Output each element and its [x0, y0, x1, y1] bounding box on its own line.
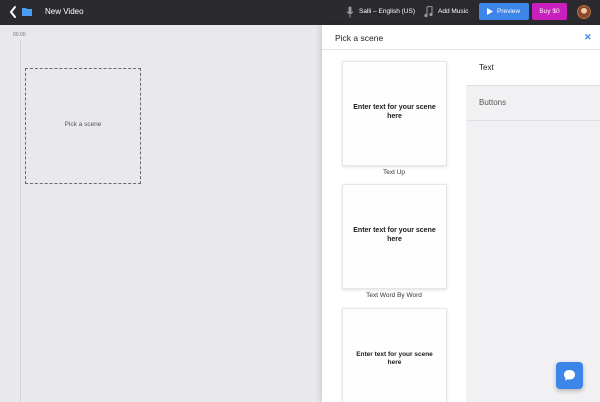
- scene-card[interactable]: Enter text for your scene here: [342, 308, 447, 402]
- pick-scene-panel: Pick a scene ✕ Enter text for your scene…: [322, 25, 600, 402]
- scene-card-text: Enter text for your scene here: [356, 351, 433, 366]
- avatar[interactable]: [577, 5, 591, 19]
- voice-selector[interactable]: Salli – English (US): [359, 8, 415, 15]
- back-arrow-icon[interactable]: [8, 5, 18, 19]
- microphone-icon: [346, 6, 354, 18]
- scene-placeholder-label: Pick a scene: [64, 121, 102, 128]
- close-icon[interactable]: ✕: [584, 32, 592, 43]
- add-music-button[interactable]: Add Music: [438, 8, 468, 15]
- timeline-line: [20, 40, 21, 402]
- video-title[interactable]: New Video: [45, 7, 84, 16]
- category-label: Text: [479, 63, 494, 72]
- scene-card-label: Text Up: [382, 169, 406, 176]
- category-list: Text Buttons: [466, 51, 600, 402]
- scene-placeholder[interactable]: Pick a scene: [25, 68, 141, 184]
- chat-button[interactable]: [556, 362, 583, 389]
- preview-label: Preview: [497, 8, 521, 15]
- category-buttons[interactable]: Buttons: [466, 86, 600, 121]
- timeline-time: 00:00: [13, 32, 26, 38]
- category-label: Buttons: [479, 98, 507, 107]
- scene-card-text-up[interactable]: Enter text for your scene here: [342, 61, 447, 166]
- panel-header: Pick a scene ✕: [322, 25, 600, 50]
- scene-card-text-word-by-word[interactable]: Enter text for your scene here: [342, 184, 447, 289]
- buy-button[interactable]: Buy $0: [532, 3, 567, 20]
- folder-icon[interactable]: [22, 7, 32, 16]
- scene-card-label: Text Word By Word: [366, 292, 422, 299]
- category-text[interactable]: Text: [466, 51, 600, 86]
- scene-card-text: Enter text for your scene here: [353, 104, 436, 120]
- preview-button[interactable]: Preview: [479, 3, 529, 20]
- chat-icon: [564, 370, 575, 381]
- scene-list: Enter text for your scene here Text Up E…: [322, 51, 466, 402]
- top-bar: New Video Salli – English (US) Add Music…: [0, 0, 600, 25]
- music-note-icon: [424, 6, 433, 18]
- scene-card-text: Enter text for your scene here: [353, 227, 436, 243]
- panel-title: Pick a scene: [335, 33, 384, 43]
- play-icon: [487, 8, 493, 15]
